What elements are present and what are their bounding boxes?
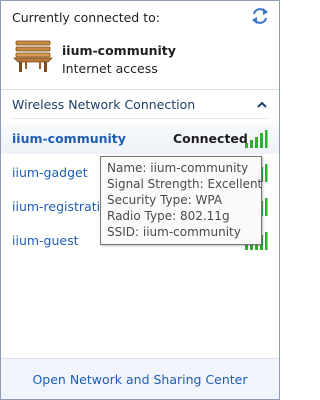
network-tooltip: Name: iium-community Signal Strength: Ex… bbox=[100, 156, 262, 245]
tooltip-signal-strength: Signal Strength: Excellent bbox=[107, 177, 263, 191]
connection-summary: Currently connected to: iium-community I… bbox=[1, 1, 279, 89]
open-network-sharing-center-link[interactable]: Open Network and Sharing Center bbox=[1, 372, 279, 387]
network-flyout: Currently connected to: iium-community I… bbox=[0, 0, 280, 400]
divider bbox=[11, 118, 269, 119]
network-name: iium-community bbox=[12, 131, 126, 146]
network-row-iium-community[interactable]: iium-community Connected bbox=[1, 124, 279, 154]
currently-connected-label: Currently connected to: bbox=[12, 10, 160, 25]
chevron-up-icon[interactable] bbox=[257, 101, 267, 109]
signal-strength-icon bbox=[245, 130, 268, 148]
connected-status: Connected bbox=[173, 131, 248, 146]
tooltip-name: Name: iium-community bbox=[107, 161, 249, 175]
bench-network-icon bbox=[13, 40, 53, 72]
refresh-icon[interactable] bbox=[251, 7, 269, 25]
footer: Open Network and Sharing Center bbox=[1, 358, 279, 399]
current-network-name: iium-community bbox=[62, 43, 176, 58]
current-network-status: Internet access bbox=[62, 61, 158, 76]
tooltip-radio-type: Radio Type: 802.11g bbox=[107, 209, 230, 223]
network-name: iium-gadget bbox=[12, 165, 88, 180]
section-header[interactable]: Wireless Network Connection bbox=[1, 90, 279, 118]
tooltip-security-type: Security Type: WPA bbox=[107, 193, 223, 207]
section-label: Wireless Network Connection bbox=[12, 97, 196, 112]
network-name: iium-guest bbox=[12, 233, 79, 248]
tooltip-ssid: SSID: iium-community bbox=[107, 225, 241, 239]
